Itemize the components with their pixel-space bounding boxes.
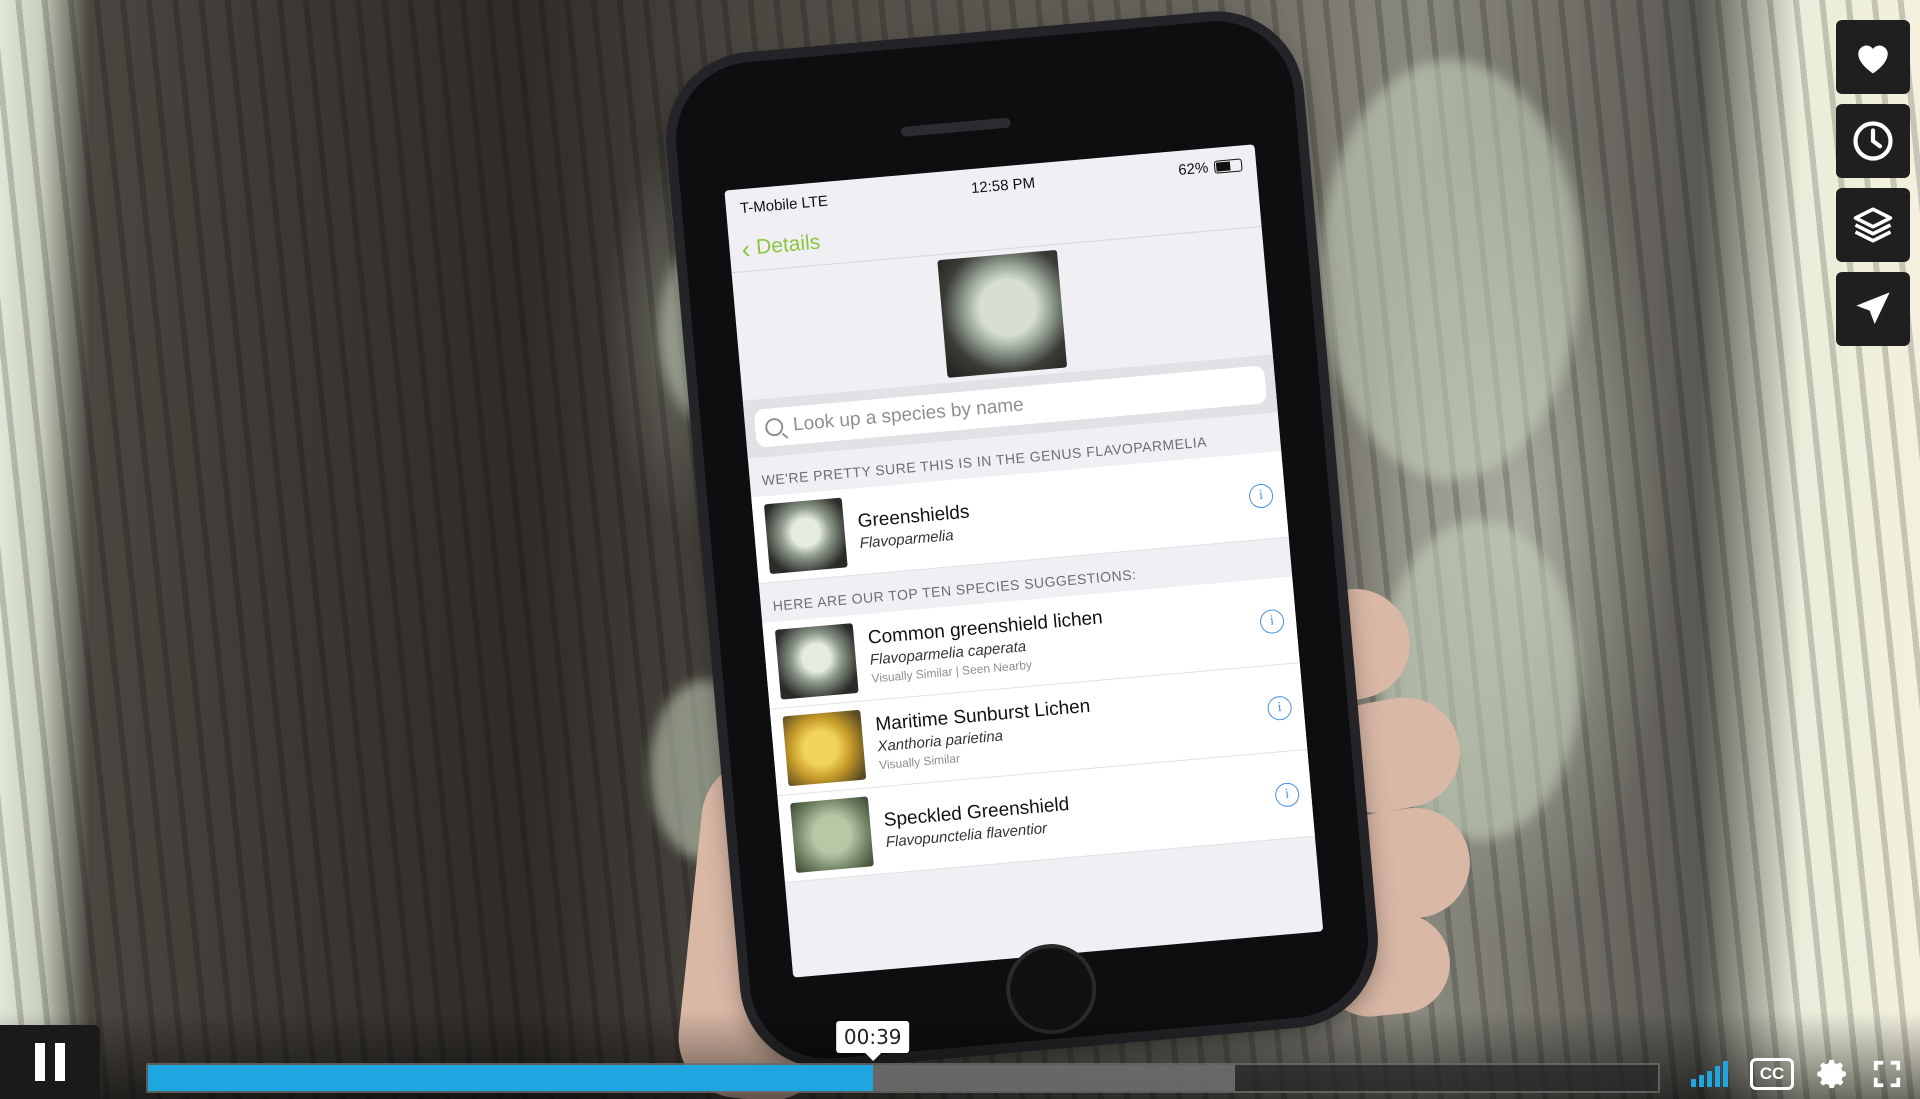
carrier-label: T-Mobile LTE — [739, 192, 829, 217]
player-sidebar — [1836, 20, 1910, 346]
status-right: 62% — [1177, 156, 1243, 179]
timestamp-tooltip: 00:39 — [835, 1021, 910, 1053]
species-thumbnail — [763, 497, 848, 575]
info-icon[interactable]: i — [1259, 608, 1286, 635]
played-bar — [148, 1065, 873, 1091]
settings-gear-icon[interactable] — [1816, 1057, 1850, 1091]
captions-button[interactable]: CC — [1750, 1058, 1794, 1090]
smartphone: T-Mobile LTE 12:58 PM 62% ‹ Details Look… — [669, 14, 1375, 1066]
row-text: Speckled Greenshield Flavopunctelia flav… — [883, 775, 1277, 850]
phone-earpiece — [900, 117, 1011, 137]
volume-icon[interactable] — [1691, 1061, 1728, 1087]
layers-icon — [1853, 207, 1893, 243]
lichen-patch — [1320, 60, 1580, 480]
clock-label: 12:58 PM — [970, 174, 1036, 197]
watch-later-button[interactable] — [1836, 104, 1910, 178]
pause-icon — [55, 1043, 65, 1081]
info-icon[interactable]: i — [1248, 482, 1275, 509]
fullscreen-icon[interactable] — [1872, 1059, 1902, 1089]
like-button[interactable] — [1836, 20, 1910, 94]
species-thumbnail — [790, 796, 874, 873]
observation-photo[interactable] — [937, 249, 1068, 378]
progress-bar[interactable] — [146, 1063, 1660, 1093]
player-controls: 00:39 CC — [0, 1011, 1920, 1099]
pause-button[interactable] — [0, 1025, 100, 1099]
search-placeholder: Look up a species by name — [792, 394, 1025, 436]
species-thumbnail — [782, 709, 867, 787]
collections-button[interactable] — [1836, 188, 1910, 262]
info-icon[interactable]: i — [1274, 781, 1301, 808]
right-controls: CC — [1691, 1057, 1902, 1091]
send-icon — [1856, 292, 1890, 324]
info-icon[interactable]: i — [1266, 695, 1293, 722]
clock-icon — [1853, 121, 1893, 161]
video-frame: T-Mobile LTE 12:58 PM 62% ‹ Details Look… — [0, 0, 1920, 1099]
share-button[interactable] — [1836, 272, 1910, 346]
heart-icon — [1858, 45, 1888, 74]
phone-screen: T-Mobile LTE 12:58 PM 62% ‹ Details Look… — [724, 144, 1324, 978]
back-button[interactable]: Details — [755, 231, 821, 261]
species-thumbnail — [774, 623, 859, 700]
battery-percent: 62% — [1177, 158, 1209, 179]
back-chevron-icon[interactable]: ‹ — [740, 233, 751, 265]
row-text: Greenshields Flavoparmelia — [857, 477, 1251, 552]
search-icon — [764, 417, 784, 437]
battery-icon — [1213, 157, 1243, 174]
pause-icon — [35, 1043, 45, 1081]
